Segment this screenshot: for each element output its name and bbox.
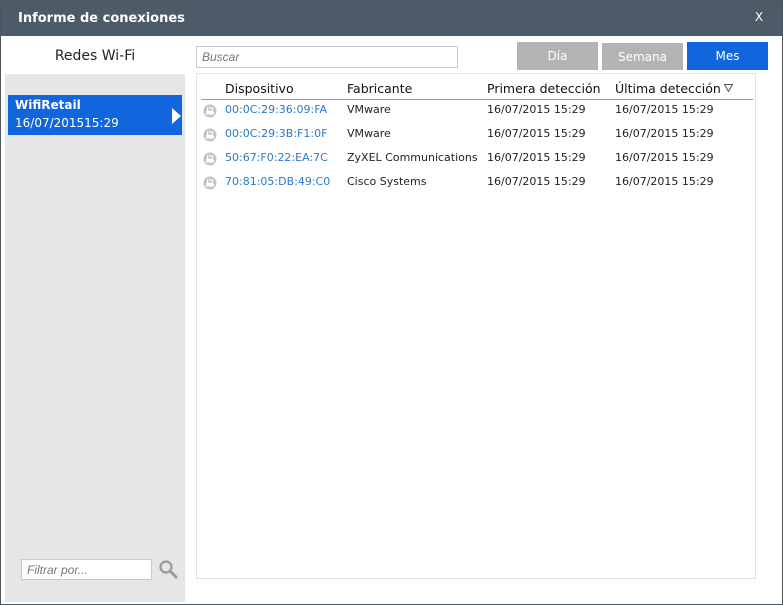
period-week-button[interactable]: Semana: [602, 43, 683, 70]
device-manufacturer: ZyXEL Communications: [347, 151, 478, 164]
sidebar-item-network[interactable]: WifiRetail 16/07/201515:29: [8, 95, 182, 135]
column-header-device[interactable]: Dispositivo: [225, 81, 294, 96]
magnifier-icon[interactable]: [158, 559, 178, 579]
device-icon: [203, 152, 217, 166]
window-title: Informe de conexiones: [18, 11, 185, 26]
filter-input[interactable]: [21, 559, 152, 580]
device-manufacturer: VMware: [347, 127, 391, 140]
device-manufacturer: VMware: [347, 103, 391, 116]
arrow-right-icon: [172, 108, 181, 124]
last-detection: 16/07/2015 15:29: [615, 175, 714, 188]
first-detection: 16/07/2015 15:29: [487, 151, 586, 164]
table-row[interactable]: 70:81:05:DB:49:C0 Cisco Systems 16/07/20…: [197, 171, 757, 195]
period-day-button[interactable]: Día: [517, 42, 598, 70]
last-detection: 16/07/2015 15:29: [615, 127, 714, 140]
title-bar: Informe de conexiones X: [1, 1, 782, 36]
column-header-manufacturer[interactable]: Fabricante: [347, 81, 412, 96]
device-icon: [203, 104, 217, 118]
network-name: WifiRetail: [15, 98, 81, 112]
column-header-first-detection[interactable]: Primera detección: [487, 81, 601, 96]
table-row[interactable]: 00:0C:29:36:09:FA VMware 16/07/2015 15:2…: [197, 99, 757, 123]
period-month-button[interactable]: Mes: [687, 42, 768, 70]
device-mac[interactable]: 50:67:F0:22:EA:7C: [225, 151, 328, 164]
first-detection: 16/07/2015 15:29: [487, 127, 586, 140]
sidebar-title: Redes Wi-Fi: [54, 48, 136, 64]
sidebar-header: Redes Wi-Fi: [5, 38, 185, 74]
device-manufacturer: Cisco Systems: [347, 175, 427, 188]
column-header-last-detection-label: Última detección: [615, 81, 721, 96]
column-header-last-detection[interactable]: Última detección: [615, 81, 733, 96]
sidebar: Redes Wi-Fi WifiRetail 16/07/201515:29: [5, 38, 185, 602]
first-detection: 16/07/2015 15:29: [487, 175, 586, 188]
network-date: 16/07/201515:29: [15, 116, 119, 130]
connections-report-window: Informe de conexiones X Redes Wi-Fi Wifi…: [0, 0, 783, 605]
device-icon: [203, 128, 217, 142]
close-icon[interactable]: X: [751, 10, 767, 26]
table-row[interactable]: 50:67:F0:22:EA:7C ZyXEL Communications 1…: [197, 147, 757, 171]
device-mac[interactable]: 70:81:05:DB:49:C0: [225, 175, 330, 188]
search-input[interactable]: [196, 46, 458, 68]
device-icon: [203, 176, 217, 190]
last-detection: 16/07/2015 15:29: [615, 151, 714, 164]
device-mac[interactable]: 00:0C:29:36:09:FA: [225, 103, 327, 116]
sort-descending-icon: [723, 84, 733, 92]
table-row[interactable]: 00:0C:29:3B:F1:0F VMware 16/07/2015 15:2…: [197, 123, 757, 147]
last-detection: 16/07/2015 15:29: [615, 103, 714, 116]
table-header: Dispositivo Fabricante Primera detección…: [197, 74, 757, 100]
devices-table: Dispositivo Fabricante Primera detección…: [196, 73, 756, 579]
device-mac[interactable]: 00:0C:29:3B:F1:0F: [225, 127, 327, 140]
first-detection: 16/07/2015 15:29: [487, 103, 586, 116]
